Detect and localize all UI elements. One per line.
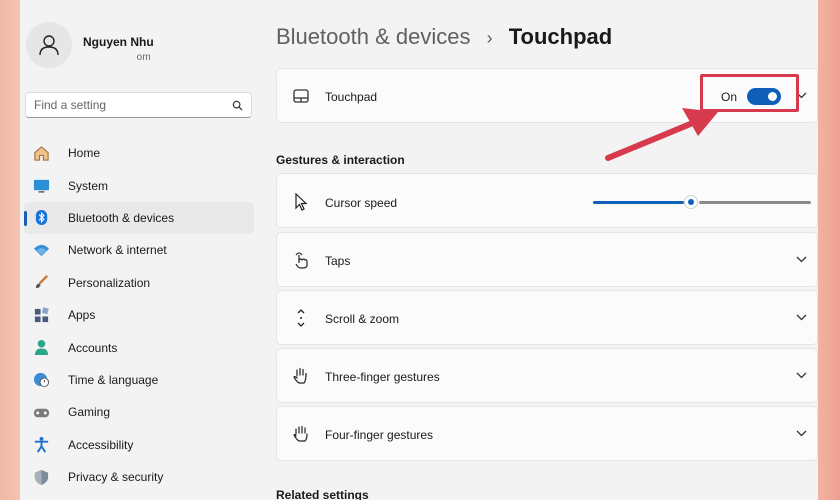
accounts-icon [32, 339, 50, 357]
sidebar-item-label: Time & language [68, 372, 159, 387]
chevron-down-icon[interactable] [795, 311, 807, 323]
annotation-arrow [605, 108, 718, 161]
accessibility-icon [32, 436, 50, 454]
chevron-down-icon[interactable] [795, 427, 807, 439]
scroll-zoom-card[interactable]: Scroll & zoom [276, 290, 818, 345]
page-title: Touchpad [508, 24, 613, 49]
profile-email: om [83, 52, 151, 63]
four-finger-card[interactable]: Four-finger gestures [276, 406, 818, 461]
settings-window: Nguyen Nhu om Home S [20, 0, 818, 500]
sidebar-nav: Home System Bluetooth & devices Network … [24, 137, 254, 493]
brush-icon [32, 274, 50, 292]
taps-card[interactable]: Taps [276, 232, 818, 287]
touchpad-icon [291, 86, 311, 106]
gestures-section-title: Gestures & interaction [276, 153, 405, 167]
sidebar-item-label: Home [68, 146, 101, 161]
profile-name: Nguyen Nhu [83, 35, 154, 49]
scroll-zoom-label: Scroll & zoom [325, 312, 400, 326]
sidebar-item-label: Network & internet [68, 243, 167, 258]
cursor-speed-label: Cursor speed [325, 196, 398, 210]
chevron-down-icon[interactable] [795, 369, 807, 381]
touchpad-label: Touchpad [325, 90, 378, 104]
chevron-down-icon[interactable] [795, 253, 807, 265]
breadcrumb: Bluetooth & devices › Touchpad [276, 24, 612, 50]
tap-icon [291, 250, 311, 270]
three-finger-hand-icon [291, 366, 311, 386]
wifi-icon [32, 241, 50, 259]
home-icon [32, 144, 50, 162]
sidebar-item-label: Gaming [68, 405, 111, 420]
sidebar-item-label: Privacy & security [68, 470, 164, 485]
three-finger-card[interactable]: Three-finger gestures [276, 348, 818, 403]
sidebar-item-gaming[interactable]: Gaming [24, 396, 254, 428]
sidebar-item-label: Accounts [68, 340, 118, 355]
cursor-speed-card: Cursor speed [276, 173, 818, 228]
search-input[interactable] [34, 98, 232, 112]
apps-icon [32, 306, 50, 324]
sidebar: Nguyen Nhu om Home S [20, 0, 260, 500]
related-settings-title: Related settings [276, 488, 369, 500]
scroll-icon [291, 308, 311, 328]
person-icon [39, 35, 59, 56]
slider-rest-track [699, 201, 811, 204]
sidebar-item-home[interactable]: Home [24, 137, 254, 169]
monitor-icon [32, 177, 50, 195]
sidebar-item-accounts[interactable]: Accounts [24, 331, 254, 363]
search-box[interactable] [25, 92, 252, 118]
three-finger-label: Three-finger gestures [325, 370, 440, 384]
taps-label: Taps [325, 254, 351, 268]
sidebar-item-system[interactable]: System [24, 169, 254, 201]
shield-icon [32, 468, 50, 486]
gamepad-icon [32, 403, 50, 421]
sidebar-item-bluetooth[interactable]: Bluetooth & devices [24, 201, 254, 235]
breadcrumb-parent[interactable]: Bluetooth & devices [276, 24, 470, 49]
globe-clock-icon [32, 371, 50, 389]
sidebar-item-network[interactable]: Network & internet [24, 234, 254, 266]
breadcrumb-separator: › [486, 28, 493, 48]
search-icon [232, 100, 243, 111]
sidebar-item-privacy[interactable]: Privacy & security [24, 461, 254, 493]
sidebar-item-apps[interactable]: Apps [24, 299, 254, 331]
cursor-speed-slider[interactable] [593, 194, 811, 210]
four-finger-hand-icon [291, 424, 311, 444]
sidebar-item-label: Apps [68, 308, 96, 323]
sidebar-item-label: Bluetooth & devices [68, 210, 175, 225]
sidebar-item-time-language[interactable]: Time & language [24, 364, 254, 396]
slider-filled-track [593, 201, 684, 204]
four-finger-label: Four-finger gestures [325, 428, 434, 442]
sidebar-item-label: System [68, 178, 109, 193]
sidebar-item-personalization[interactable]: Personalization [24, 267, 254, 299]
sidebar-item-label: Personalization [68, 275, 151, 290]
sidebar-item-accessibility[interactable]: Accessibility [24, 429, 254, 461]
bluetooth-icon [32, 209, 50, 227]
slider-thumb[interactable] [684, 195, 698, 209]
sidebar-item-label: Accessibility [68, 437, 134, 452]
cursor-icon [291, 192, 311, 212]
user-profile[interactable]: Nguyen Nhu om [26, 22, 256, 72]
avatar [26, 22, 72, 68]
